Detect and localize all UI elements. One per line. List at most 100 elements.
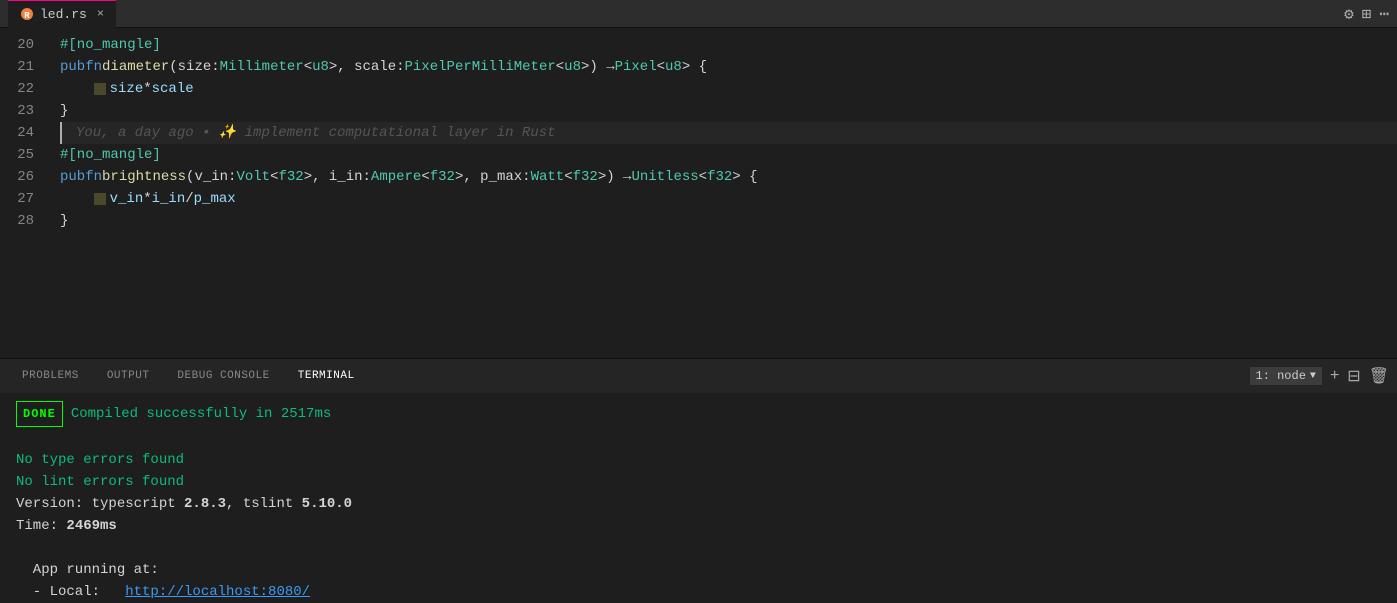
local-label: - Local: xyxy=(16,584,125,600)
code-line-21: pub fn diameter(size: Millimeter<u8>, sc… xyxy=(60,56,1397,78)
token: u8 xyxy=(564,56,581,78)
terminal-line-version: Version: typescript 2.8.3, tslint 5.10.0 xyxy=(16,493,1381,515)
code-line-23: } xyxy=(60,100,1397,122)
code-container: 20 21 22 23 24 25 26 27 28 #[no_mangle] … xyxy=(0,28,1397,358)
token: f32 xyxy=(278,166,303,188)
token: < xyxy=(657,56,665,78)
bottom-section: PROBLEMS OUTPUT DEBUG CONSOLE TERMINAL 1… xyxy=(0,358,1397,603)
tab-terminal[interactable]: TERMINAL xyxy=(284,359,369,394)
local-url[interactable]: http://localhost:8080/ xyxy=(125,584,310,600)
token: Unitless xyxy=(631,166,698,188)
add-terminal-button[interactable]: + xyxy=(1330,367,1339,385)
token: f32 xyxy=(707,166,732,188)
token: fn xyxy=(85,166,102,188)
token xyxy=(60,78,94,100)
token: p_max xyxy=(194,188,236,210)
editor-tab[interactable]: R led.rs × xyxy=(8,0,116,28)
token: brightness xyxy=(102,166,186,188)
time-value: 2469ms xyxy=(66,518,116,534)
token: >, i_in: xyxy=(304,166,371,188)
token: pub xyxy=(60,56,85,78)
code-content[interactable]: #[no_mangle] pub fn diameter(size: Milli… xyxy=(50,28,1397,358)
panel-tab-actions: 1: node ▼ + ⊟ 🗑 xyxy=(1250,366,1390,386)
more-icon[interactable]: ⋯ xyxy=(1379,4,1389,24)
token: < xyxy=(421,166,429,188)
tab-debug-console[interactable]: DEBUG CONSOLE xyxy=(163,359,283,394)
git-blame-text: You, a day ago • ✨ implement computation… xyxy=(76,122,556,144)
tab-debug-label: DEBUG CONSOLE xyxy=(177,370,269,382)
tab-terminal-label: TERMINAL xyxy=(298,370,355,382)
token: PixelPerMilliMeter xyxy=(405,56,556,78)
token: f32 xyxy=(573,166,598,188)
ln-28: 28 xyxy=(0,210,50,232)
panel-tabs: PROBLEMS OUTPUT DEBUG CONSOLE TERMINAL 1… xyxy=(0,358,1397,393)
token: #[no_mangle] xyxy=(60,144,161,166)
token: scale xyxy=(152,78,194,100)
kill-terminal-button[interactable]: 🗑 xyxy=(1369,366,1389,386)
chevron-down-icon: ▼ xyxy=(1310,371,1316,382)
split-editor-icon[interactable]: ⊞ xyxy=(1362,4,1372,24)
compiled-text: Compiled successfully in 2517ms xyxy=(71,406,331,422)
token: < xyxy=(564,166,572,188)
token: < xyxy=(699,166,707,188)
token: i_in xyxy=(152,188,186,210)
terminal-line-blank-1 xyxy=(16,427,1381,449)
token: >, scale: xyxy=(329,56,405,78)
title-bar: R led.rs × ⚙ ⊞ ⋯ xyxy=(0,0,1397,28)
token: >) → xyxy=(581,56,615,78)
code-line-28: } xyxy=(60,210,1397,232)
token: Volt xyxy=(236,166,270,188)
token: size xyxy=(110,78,144,100)
token xyxy=(60,188,94,210)
token: pub xyxy=(60,166,85,188)
token: v_in xyxy=(110,188,144,210)
tslint-version: 5.10.0 xyxy=(302,496,352,512)
tab-problems[interactable]: PROBLEMS xyxy=(8,359,93,394)
ln-23: 23 xyxy=(0,100,50,122)
token: } xyxy=(60,210,68,232)
token: * xyxy=(143,188,151,210)
terminal-line-done: DONECompiled successfully in 2517ms xyxy=(16,401,1381,427)
color-swatch xyxy=(94,193,106,205)
version-label: Version: typescript xyxy=(16,496,184,512)
token: > { xyxy=(682,56,707,78)
terminal-line-time: Time: 2469ms xyxy=(16,515,1381,537)
token: Pixel xyxy=(615,56,657,78)
ln-24: 24 xyxy=(0,122,50,144)
tab-output[interactable]: OUTPUT xyxy=(93,359,164,394)
line-numbers: 20 21 22 23 24 25 26 27 28 xyxy=(0,28,50,358)
terminal-area[interactable]: DONECompiled successfully in 2517ms No t… xyxy=(0,393,1397,603)
tab-problems-label: PROBLEMS xyxy=(22,370,79,382)
customize-icon[interactable]: ⚙ xyxy=(1344,4,1354,24)
color-swatch xyxy=(94,83,106,95)
terminal-line-local: - Local: http://localhost:8080/ xyxy=(16,581,1381,603)
typescript-version: 2.8.3 xyxy=(184,496,226,512)
token: u8 xyxy=(312,56,329,78)
token: diameter xyxy=(102,56,169,78)
tab-close-button[interactable]: × xyxy=(97,7,104,21)
code-line-26: pub fn brightness(v_in: Volt<f32>, i_in:… xyxy=(60,166,1397,188)
token: / xyxy=(185,188,193,210)
svg-text:R: R xyxy=(24,11,30,21)
token: (v_in: xyxy=(186,166,236,188)
token: < xyxy=(304,56,312,78)
ln-25: 25 xyxy=(0,144,50,166)
token: Ampere xyxy=(371,166,421,188)
token: #[no_mangle] xyxy=(60,34,161,56)
code-line-24: You, a day ago • ✨ implement computation… xyxy=(60,122,1397,144)
code-line-25: #[no_mangle] xyxy=(60,144,1397,166)
terminal-selector[interactable]: 1: node ▼ xyxy=(1250,367,1322,385)
token: (size: xyxy=(169,56,219,78)
time-label: Time: xyxy=(16,518,66,534)
token: < xyxy=(556,56,564,78)
token: >) → xyxy=(598,166,632,188)
rust-icon: R xyxy=(20,7,34,21)
code-line-20: #[no_mangle] xyxy=(60,34,1397,56)
token: Watt xyxy=(531,166,565,188)
token: Millimeter xyxy=(220,56,304,78)
split-terminal-button[interactable]: ⊟ xyxy=(1347,366,1360,386)
terminal-line-no-type: No type errors found xyxy=(16,449,1381,471)
terminal-line-no-lint: No lint errors found xyxy=(16,471,1381,493)
tab-output-label: OUTPUT xyxy=(107,370,150,382)
terminal-line-blank-2 xyxy=(16,537,1381,559)
